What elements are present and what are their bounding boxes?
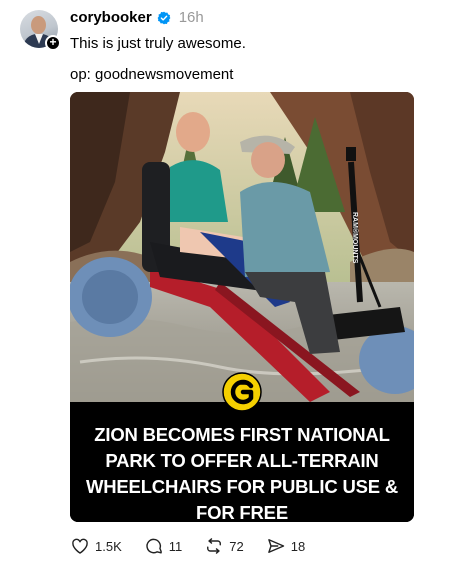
media-caption: ZION BECOMES FIRST NATIONAL PARK TO OFFE… <box>86 424 398 522</box>
username-link[interactable]: corybooker <box>70 9 152 26</box>
op-credit: op: goodnewsmovement <box>70 66 234 83</box>
reply-count: 11 <box>168 538 183 554</box>
like-button[interactable]: 1.5K <box>70 536 122 556</box>
heart-icon <box>72 538 88 554</box>
wheelchair-photo: RAM®MOUNTS <box>70 92 414 402</box>
goodnews-logo-icon <box>222 372 262 412</box>
repost-button[interactable]: 72 <box>204 536 244 556</box>
caption-band: ZION BECOMES FIRST NATIONAL PARK TO OFFE… <box>70 402 414 522</box>
share-button[interactable]: 18 <box>266 536 305 556</box>
reply-button[interactable]: 11 <box>144 536 183 556</box>
verified-badge-icon <box>157 11 171 24</box>
post-timestamp: 16h <box>178 9 204 26</box>
share-count: 18 <box>290 538 306 554</box>
like-count: 1.5K <box>95 538 122 554</box>
post-media[interactable]: RAM®MOUNTS ZION BECOMES FIRST NATIONAL P… <box>70 92 414 522</box>
comment-icon <box>146 538 162 554</box>
ram-mounts-sign: RAM®MOUNTS <box>351 212 359 264</box>
repost-count: 72 <box>229 538 244 554</box>
send-icon <box>267 539 284 553</box>
action-bar: 1.5K 11 72 18 <box>70 536 327 556</box>
repost-icon <box>207 538 222 554</box>
author-avatar[interactable]: + <box>20 10 61 51</box>
post-header: corybooker 16h <box>70 9 204 26</box>
follow-plus-icon[interactable]: + <box>45 35 61 51</box>
post-text: This is just truly awesome. <box>70 35 246 52</box>
